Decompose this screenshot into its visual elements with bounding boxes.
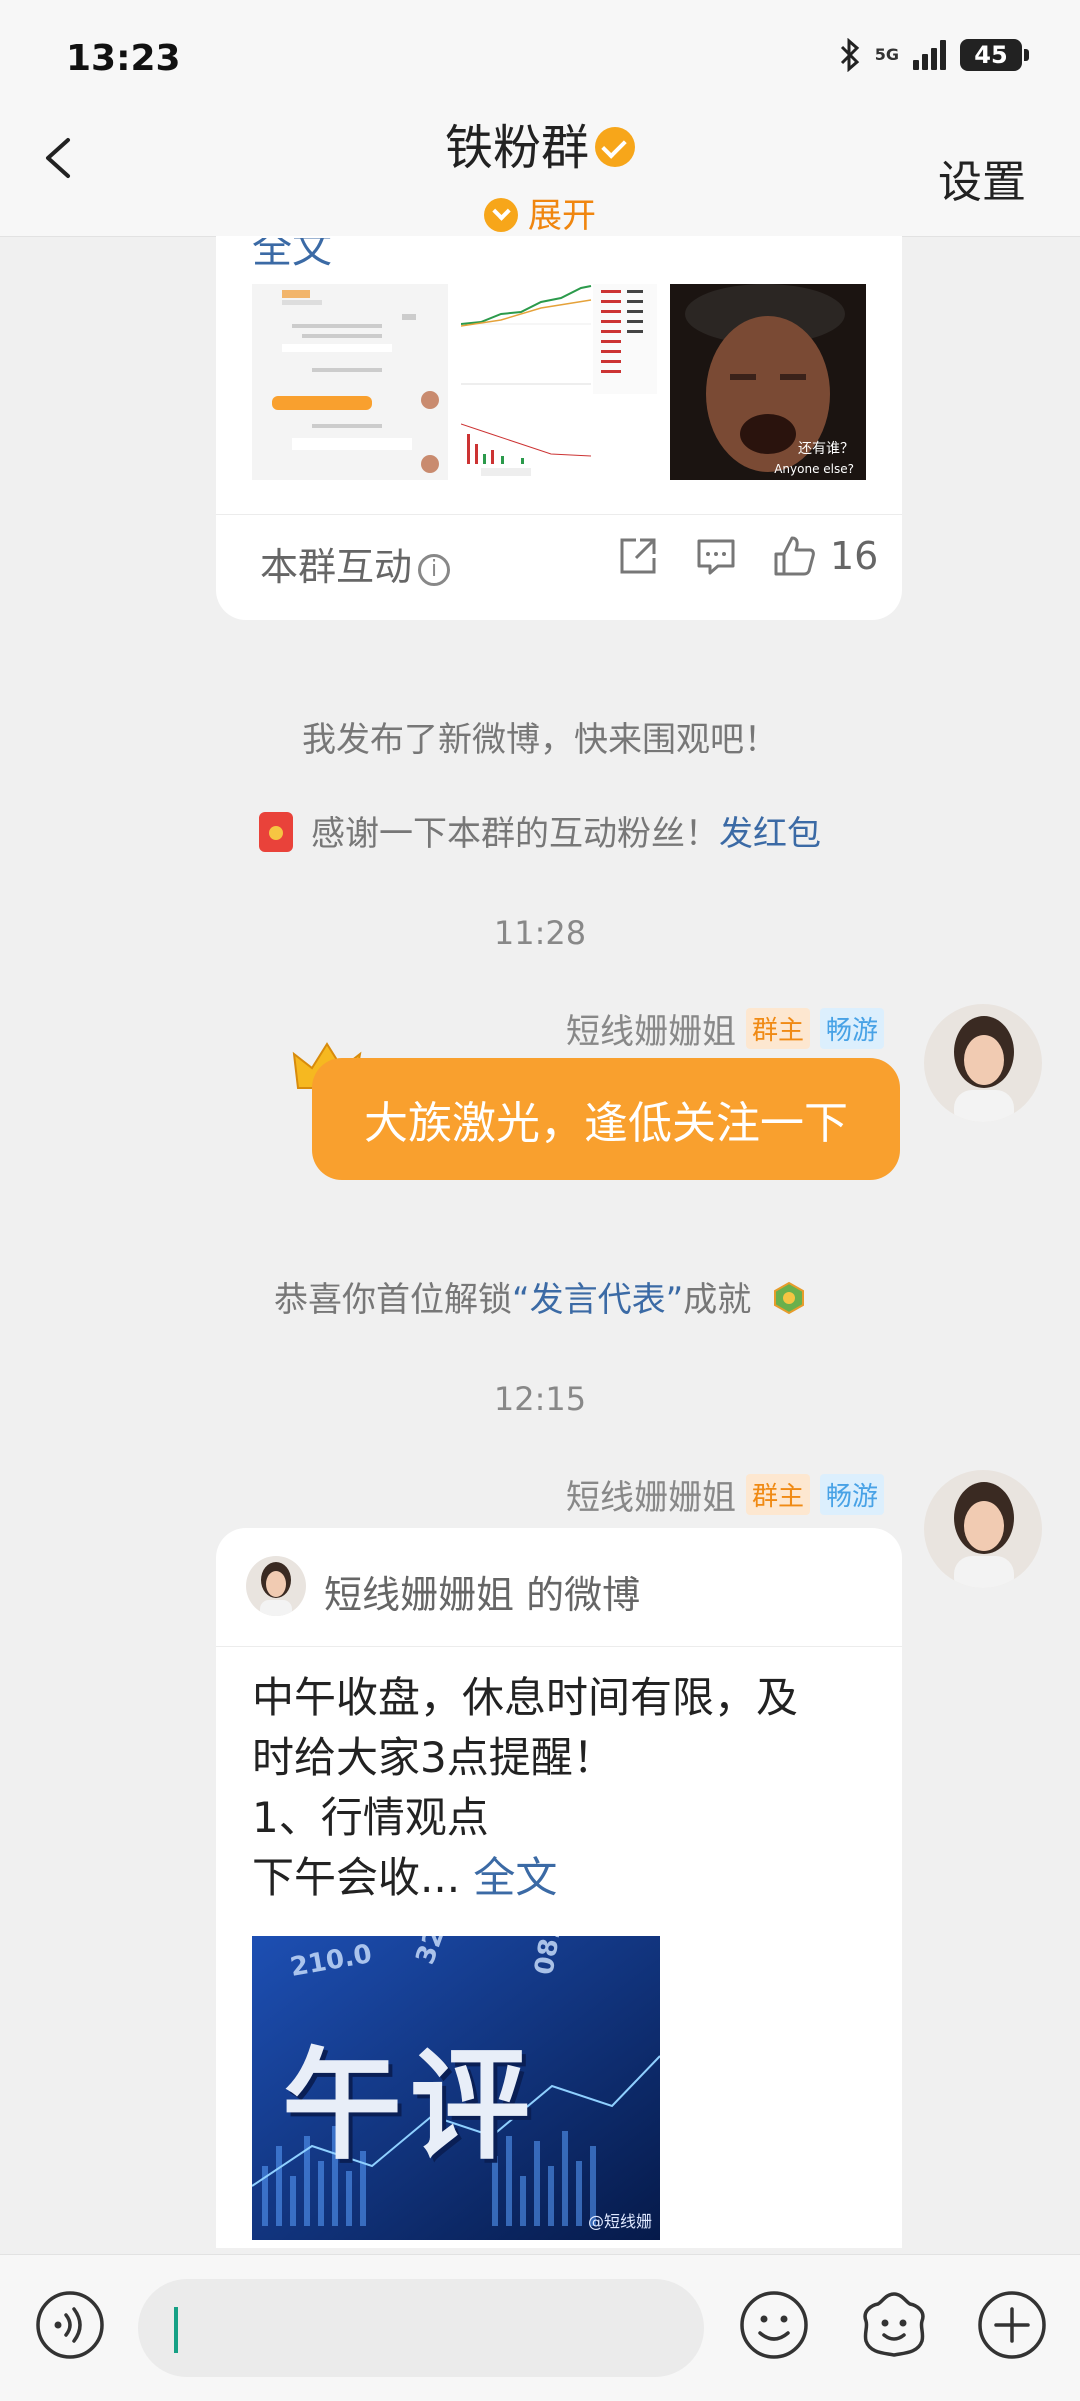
roam-badge: 畅游: [819, 1008, 884, 1049]
group-interaction-label[interactable]: 本群互动 i: [260, 536, 451, 591]
red-packet-icon: [259, 811, 293, 852]
body-line: 时给大家3点提醒！: [252, 1733, 615, 1782]
thanks-text: 感谢一下本群的互动粉丝！: [311, 814, 719, 854]
like-count: 16: [830, 534, 879, 578]
owner-badge: 群主: [745, 1008, 810, 1049]
settings-button[interactable]: 设置: [938, 146, 1026, 210]
network-type: 5G: [874, 45, 899, 64]
message-bubble[interactable]: 大族激光，逢低关注一下: [312, 1058, 900, 1180]
status-icons: 5G 45: [839, 38, 1029, 72]
status-time: 13:23: [66, 38, 181, 79]
achievement-notice: 恭喜你首位解锁“发言代表”成就: [0, 1272, 1080, 1321]
text-cursor: [174, 2307, 178, 2353]
group-title: 铁粉群: [444, 120, 589, 176]
body-line: 1、行情观点: [252, 1793, 489, 1842]
image-headline: 午评: [282, 2037, 538, 2176]
bluetooth-icon: [840, 38, 859, 72]
avatar[interactable]: [924, 1004, 1042, 1122]
comment-icon[interactable]: [694, 534, 738, 578]
verified-icon: [595, 127, 635, 167]
avatar[interactable]: [924, 1470, 1042, 1588]
sender-name[interactable]: 短线姗姗姐: [566, 1470, 736, 1519]
sender-row: 短线姗姗姐 群主 畅游: [566, 1470, 884, 1519]
body-line-last: 下午会收... 全文: [252, 1848, 872, 1908]
weibo-card-header: 短线姗姗姐 的微博: [216, 1528, 902, 1647]
thumbnail-meme[interactable]: 还有谁？ Anyone else?: [670, 284, 866, 480]
timestamp: 12:15: [493, 1380, 587, 1418]
card-divider: [216, 514, 902, 515]
avatar: [246, 1556, 306, 1616]
body-line: 中午收盘，休息时间有限，及: [252, 1673, 799, 1722]
weibo-card-image[interactable]: 210.0 321.910 081.2 午评 @短线姗: [252, 1936, 660, 2240]
page-title: 铁粉群: [0, 108, 1080, 178]
image-watermark: @短线姗: [587, 2212, 652, 2231]
signal-icon: [913, 40, 946, 70]
voice-icon[interactable]: [34, 2289, 106, 2361]
add-icon[interactable]: [976, 2289, 1048, 2361]
header-bar: 13:23 5G 45 铁粉群 展开 设置: [0, 0, 1080, 237]
achievement-prefix: 恭喜你首位解锁: [273, 1280, 512, 1320]
battery-icon: 45: [960, 39, 1029, 71]
roam-badge: 畅游: [819, 1474, 884, 1515]
meme-caption-en: Anyone else?: [774, 462, 854, 476]
thanks-notice: 感谢一下本群的互动粉丝！发红包: [0, 806, 1080, 856]
sender-name[interactable]: 短线姗姗姐: [566, 1004, 736, 1053]
weibo-share-card[interactable]: 短线姗姗姐 的微博 中午收盘，休息时间有限，及 时给大家3点提醒！ 1、行情观点…: [216, 1528, 902, 2248]
card-actions: 16: [616, 534, 878, 578]
thumbnail-stock-chart[interactable]: [461, 284, 657, 480]
expand-label: 展开: [528, 196, 596, 236]
like-icon[interactable]: [772, 534, 816, 578]
weibo-notice: 我发布了新微博，快来围观吧！: [302, 720, 778, 760]
medal-icon: [774, 1281, 805, 1314]
info-icon[interactable]: i: [418, 553, 451, 586]
sender-row: 短线姗姗姐 群主 畅游: [566, 1004, 884, 1053]
achievement-link[interactable]: “发言代表”: [512, 1280, 683, 1320]
weibo-card-body: 中午收盘，休息时间有限，及 时给大家3点提醒！ 1、行情观点 下午会收... 全…: [252, 1668, 872, 1908]
expand-chevron-icon: [484, 197, 518, 232]
achievement-suffix: 成就: [683, 1280, 752, 1320]
meme-caption-cn: 还有谁？: [798, 441, 854, 457]
timestamp: 11:28: [493, 914, 587, 952]
owner-badge: 群主: [745, 1474, 810, 1515]
body-last-text: 下午会收...: [252, 1853, 461, 1902]
expand-button[interactable]: 展开: [0, 188, 1080, 237]
emoji-icon[interactable]: [738, 2289, 810, 2361]
weibo-card-previous[interactable]: 全文 还有谁？ Anyone else? 本群互动 i 16: [216, 236, 902, 620]
share-icon[interactable]: [616, 534, 660, 578]
input-bar: [0, 2254, 1080, 2401]
red-packet-link[interactable]: 发红包: [719, 814, 821, 854]
interaction-label-text: 本群互动: [260, 545, 413, 589]
sticker-icon[interactable]: [858, 2289, 930, 2361]
weibo-card-title: 短线姗姗姐 的微博: [324, 1573, 641, 1617]
thumbnail-chat-screenshot[interactable]: [252, 284, 448, 480]
fulltext-link[interactable]: 全文: [473, 1853, 557, 1902]
message-input[interactable]: [138, 2279, 704, 2377]
